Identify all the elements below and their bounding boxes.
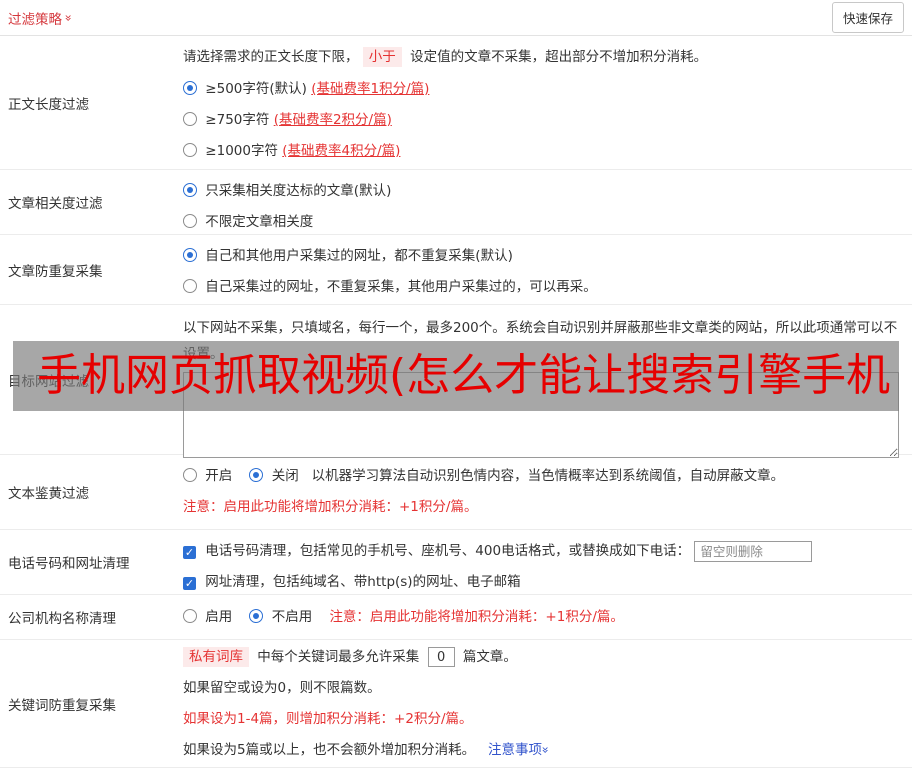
relevance-option-strict[interactable]: 只采集相关度达标的文章(默认) <box>183 180 902 202</box>
fee-link-2[interactable]: (基础费率2积分/篇) <box>274 112 392 128</box>
company-on-text: 启用 <box>205 609 233 625</box>
notice-link[interactable]: 注意事项» <box>488 742 553 758</box>
watermark-overlay: 手机网页抓取视频(怎么才能让搜索引擎手机 <box>13 341 899 411</box>
porn-filter-content: 开启 关闭 以机器学习算法自动识别色情内容，当色情概率达到系统阈值，自动屏蔽文章… <box>175 455 912 529</box>
radio-porn-on[interactable] <box>183 468 197 482</box>
porn-filter-label: 文本鉴黄过滤 <box>8 486 89 502</box>
keyword-rule-zero: 如果留空或设为0，则不限篇数。 <box>183 680 381 696</box>
relevance-option-any[interactable]: 不限定文章相关度 <box>183 211 902 233</box>
company-cleanup-content: 启用 不启用 注意：启用此功能将增加积分消耗：+1积分/篇。 <box>175 595 912 639</box>
radio-relevance-strict[interactable] <box>183 183 197 197</box>
url-cleanup-line: 网址清理，包括纯域名、带http(s)的网址、电子邮箱 <box>183 571 902 593</box>
dedup-option-global[interactable]: 自己和其他用户采集过的网址，都不重复采集(默认) <box>183 245 902 267</box>
chevron-down-icon: » <box>61 13 76 22</box>
intro-post: 设定值的文章不采集，超出部分不增加积分消耗。 <box>410 49 708 65</box>
row-keyword-dedup: 关键词防重复采集 私有词库 中每个关键词最多允许采集 篇文章。 如果留空或设为0… <box>0 640 912 768</box>
length-option-1000-text: ≥1000字符 <box>205 143 278 159</box>
private-lexicon-link[interactable]: 私有词库 <box>183 647 249 667</box>
radio-company-on[interactable] <box>183 609 197 623</box>
dedup-filter-content: 自己和其他用户采集过的网址，都不重复采集(默认) 自己采集过的网址，不重复采集，… <box>175 235 912 304</box>
phone-cleanup-line: 电话号码清理，包括常见的手机号、座机号、400电话格式，或替换成如下电话： <box>183 540 902 562</box>
content-length-intro: 请选择需求的正文长度下限， 小于 设定值的文章不采集，超出部分不增加积分消耗。 <box>183 46 902 68</box>
porn-filter-note: 注意：启用此功能将增加积分消耗：+1积分/篇。 <box>183 499 478 515</box>
radio-relevance-any[interactable] <box>183 214 197 228</box>
length-option-500-text: ≥500字符(默认) <box>205 81 307 97</box>
relevance-option-any-text: 不限定文章相关度 <box>205 214 314 230</box>
porn-filter-desc: 以机器学习算法自动识别色情内容，当色情概率达到系统阈值，自动屏蔽文章。 <box>311 468 785 484</box>
row-content-length-filter: 正文长度过滤 请选择需求的正文长度下限， 小于 设定值的文章不采集，超出部分不增… <box>0 36 912 170</box>
row-phone-url-cleanup: 电话号码和网址清理 电话号码清理，包括常见的手机号、座机号、400电话格式，或替… <box>0 530 912 595</box>
radio-dedup-global[interactable] <box>183 248 197 262</box>
keyword-limit-end: 篇文章。 <box>462 649 517 665</box>
relevance-filter-label: 文章相关度过滤 <box>8 196 103 212</box>
less-than-highlight: 小于 <box>362 47 402 67</box>
fee-link-1[interactable]: (基础费率1积分/篇) <box>311 81 429 97</box>
porn-filter-options: 开启 关闭 以机器学习算法自动识别色情内容，当色情概率达到系统阈值，自动屏蔽文章… <box>183 465 902 487</box>
company-cleanup-label: 公司机构名称清理 <box>8 611 116 627</box>
phone-cleanup-text: 电话号码清理，包括常见的手机号、座机号、400电话格式，或替换成如下电话： <box>205 543 691 559</box>
quick-save-button[interactable]: 快速保存 <box>831 2 904 33</box>
keyword-limit-mid: 中每个关键词最多允许采集 <box>257 649 420 665</box>
keyword-limit-line: 私有词库 中每个关键词最多允许采集 篇文章。 <box>183 646 902 668</box>
watermark-text: 手机网页抓取视频(怎么才能让搜索引擎手机 <box>37 350 891 401</box>
dedup-filter-label: 文章防重复采集 <box>8 263 103 280</box>
porn-on-text: 开启 <box>205 468 233 484</box>
notice-chevron-down-icon: » <box>538 746 553 754</box>
radio-company-off[interactable] <box>249 609 264 623</box>
url-cleanup-text: 网址清理，包括纯域名、带http(s)的网址、电子邮箱 <box>205 574 521 590</box>
dedup-option-own-text: 自己采集过的网址，不重复采集，其他用户采集过的，可以再采。 <box>205 279 597 295</box>
checkbox-url-cleanup[interactable] <box>183 577 196 590</box>
radio-porn-off[interactable] <box>249 468 264 482</box>
replacement-phone-input[interactable] <box>694 540 813 562</box>
top-bar: 过滤策略 » 快速保存 <box>0 0 912 36</box>
radio-1000-chars[interactable] <box>183 143 197 157</box>
keyword-dedup-label: 关键词防重复采集 <box>8 697 116 714</box>
radio-750-chars[interactable] <box>183 112 197 126</box>
keyword-limit-input[interactable] <box>427 647 455 667</box>
length-option-750[interactable]: ≥750字符 (基础费率2积分/篇) <box>183 109 902 131</box>
filter-strategy-page: 过滤策略 » 快速保存 正文长度过滤 请选择需求的正文长度下限， 小于 设定值的… <box>0 0 912 768</box>
row-dedup-filter: 文章防重复采集 自己和其他用户采集过的网址，都不重复采集(默认) 自己采集过的网… <box>0 235 912 305</box>
relevance-option-strict-text: 只采集相关度达标的文章(默认) <box>205 183 392 199</box>
row-relevance-filter: 文章相关度过滤 只采集相关度达标的文章(默认) 不限定文章相关度 <box>0 170 912 235</box>
phone-url-cleanup-content: 电话号码清理，包括常见的手机号、座机号、400电话格式，或替换成如下电话： 网址… <box>175 530 912 594</box>
phone-url-cleanup-label: 电话号码和网址清理 <box>8 556 130 572</box>
length-option-500[interactable]: ≥500字符(默认) (基础费率1积分/篇) <box>183 78 902 100</box>
intro-pre: 请选择需求的正文长度下限， <box>183 49 359 65</box>
porn-off-text: 关闭 <box>271 468 299 484</box>
content-length-filter-content: 请选择需求的正文长度下限， 小于 设定值的文章不采集，超出部分不增加积分消耗。 … <box>175 36 912 169</box>
company-off-text: 不启用 <box>271 609 313 625</box>
relevance-filter-content: 只采集相关度达标的文章(默认) 不限定文章相关度 <box>175 170 912 234</box>
length-option-750-text: ≥750字符 <box>205 112 270 128</box>
radio-500-chars[interactable] <box>183 81 197 95</box>
dedup-option-global-text: 自己和其他用户采集过的网址，都不重复采集(默认) <box>205 248 513 264</box>
page-title-text: 过滤策略 <box>8 11 62 28</box>
radio-dedup-own[interactable] <box>183 279 197 293</box>
row-porn-filter: 文本鉴黄过滤 开启 关闭 以机器学习算法自动识别色情内容，当色情概率达到系统阈值… <box>0 455 912 530</box>
company-cleanup-options: 启用 不启用 注意：启用此功能将增加积分消耗：+1积分/篇。 <box>183 606 902 628</box>
content-length-filter-label: 正文长度过滤 <box>8 96 89 113</box>
keyword-dedup-content: 私有词库 中每个关键词最多允许采集 篇文章。 如果留空或设为0，则不限篇数。 如… <box>175 640 912 767</box>
row-company-cleanup: 公司机构名称清理 启用 不启用 注意：启用此功能将增加积分消耗：+1积分/篇。 <box>0 595 912 640</box>
keyword-rule-5plus: 如果设为5篇或以上，也不会额外增加积分消耗。 注意事项» <box>183 739 902 761</box>
fee-link-3[interactable]: (基础费率4积分/篇) <box>282 143 400 159</box>
dedup-option-own[interactable]: 自己采集过的网址，不重复采集，其他用户采集过的，可以再采。 <box>183 276 902 298</box>
length-option-1000[interactable]: ≥1000字符 (基础费率4积分/篇) <box>183 140 902 162</box>
checkbox-phone-cleanup[interactable] <box>183 546 196 559</box>
keyword-rule-5plus-text: 如果设为5篇或以上，也不会额外增加积分消耗。 <box>183 742 476 758</box>
keyword-rule-1-4: 如果设为1-4篇，则增加积分消耗：+2积分/篇。 <box>183 711 473 727</box>
page-title: 过滤策略 » <box>8 8 76 28</box>
company-cleanup-note: 注意：启用此功能将增加积分消耗：+1积分/篇。 <box>329 609 624 625</box>
